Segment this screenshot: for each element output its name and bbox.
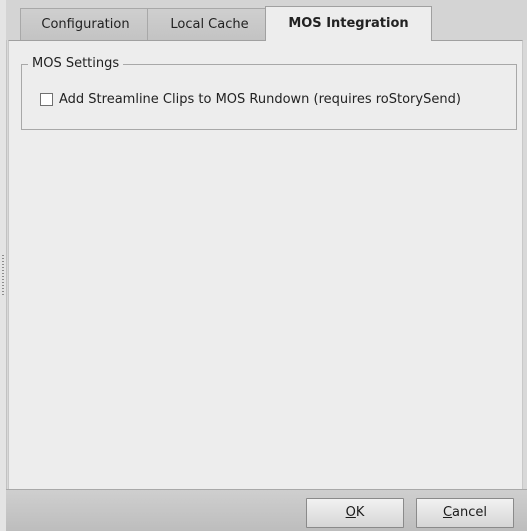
- splitter-edge[interactable]: [0, 0, 7, 531]
- cancel-label-rest: ancel: [452, 505, 488, 520]
- ok-mnemonic: O: [345, 505, 356, 520]
- mos-settings-title: MOS Settings: [28, 56, 124, 72]
- mos-settings-group: MOS Settings Add Streamline Clips to MOS…: [21, 56, 517, 130]
- tab-configuration[interactable]: Configuration: [20, 8, 151, 40]
- mos-integration-panel: MOS Settings Add Streamline Clips to MOS…: [8, 40, 523, 489]
- tab-local-cache[interactable]: Local Cache: [147, 8, 272, 40]
- splitter-grip-icon[interactable]: [2, 255, 4, 295]
- ok-button[interactable]: OK: [306, 498, 404, 528]
- tab-strip: Configuration Local Cache MOS Integratio…: [6, 0, 527, 41]
- tab-mos-integration[interactable]: MOS Integration: [265, 6, 432, 41]
- add-clips-checkbox[interactable]: [40, 92, 53, 106]
- ok-label-rest: K: [355, 505, 365, 520]
- settings-dialog: Configuration Local Cache MOS Integratio…: [0, 0, 527, 531]
- add-clips-checkbox-row[interactable]: Add Streamline Clips to MOS Rundown (req…: [40, 90, 461, 108]
- cancel-mnemonic: C: [442, 505, 453, 520]
- cancel-button[interactable]: Cancel: [416, 498, 514, 528]
- dialog-button-bar: OK Cancel: [6, 489, 527, 531]
- add-clips-checkbox-label[interactable]: Add Streamline Clips to MOS Rundown (req…: [59, 92, 461, 107]
